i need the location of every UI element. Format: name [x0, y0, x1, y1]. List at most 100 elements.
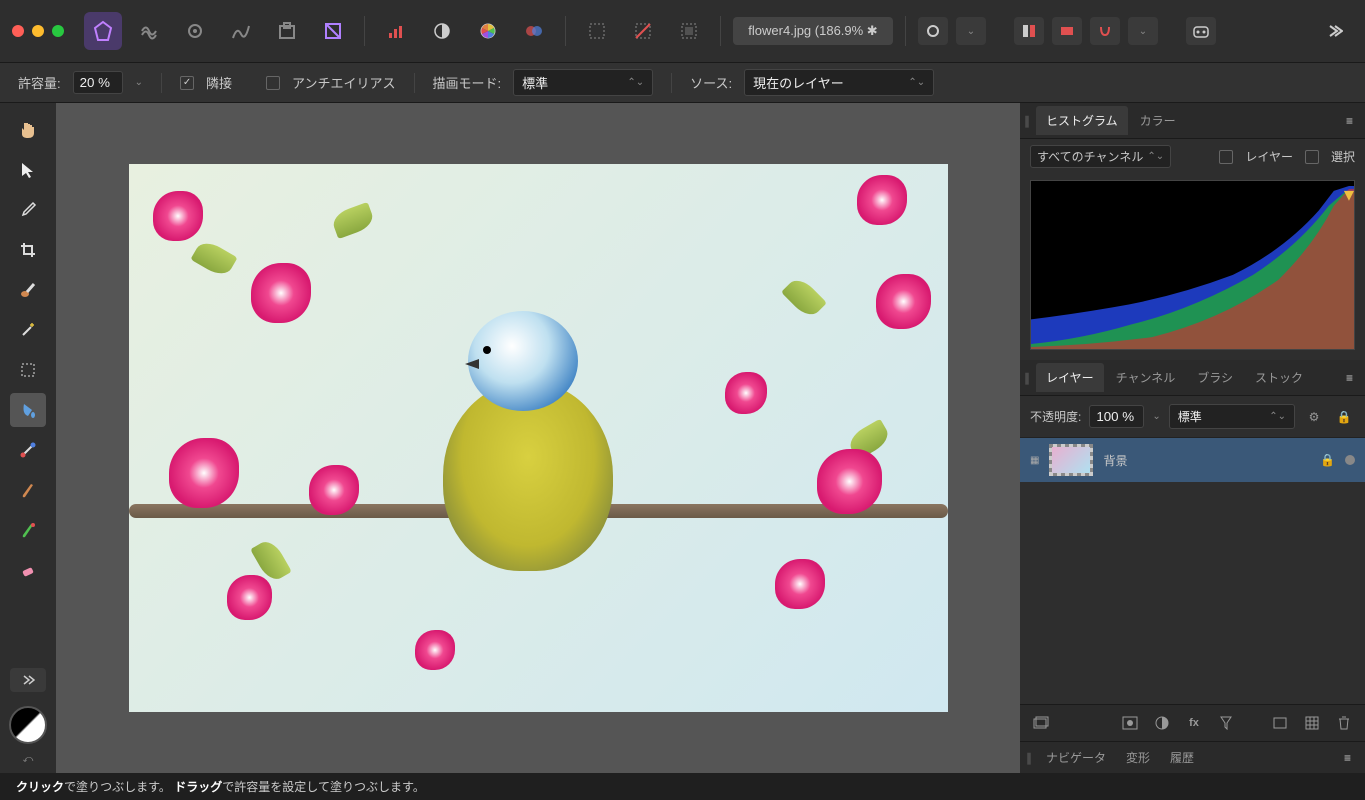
gradient-tool[interactable] [10, 433, 46, 467]
contiguous-checkbox[interactable] [180, 76, 194, 90]
view-tool[interactable] [10, 113, 46, 147]
develop-persona-button[interactable] [176, 12, 214, 50]
magic-wand-tool[interactable] [10, 313, 46, 347]
document-title[interactable]: flower4.jpg (186.9% ✱ [733, 17, 893, 45]
auto-colors-button[interactable] [469, 12, 507, 50]
layer-group-button[interactable] [1030, 713, 1052, 733]
layers-list: ▦ 背景 🔒 fx ∥ ナビゲータ [1020, 437, 1365, 773]
assistant-button[interactable] [1186, 17, 1216, 45]
tab-brushes[interactable]: ブラシ [1187, 363, 1243, 392]
bottom-panel-menu[interactable]: ≡ [1336, 751, 1359, 765]
main-toolbar: flower4.jpg (186.9% ✱ ⌄ ⌄ [0, 0, 1365, 63]
minimize-window-button[interactable] [32, 25, 44, 37]
histogram-selection-label: 選択 [1331, 148, 1355, 165]
tolerance-input[interactable] [73, 71, 123, 94]
toggle-split-button[interactable] [1014, 17, 1044, 45]
delete-layer-button[interactable] [1333, 713, 1355, 733]
source-label: ソース: [690, 73, 732, 92]
histogram-panel-menu[interactable]: ≡ [1338, 114, 1361, 128]
export-persona-button[interactable] [268, 12, 306, 50]
tab-history[interactable]: 履歴 [1160, 743, 1204, 772]
astro-persona-button[interactable] [314, 12, 352, 50]
selection-brush-tool[interactable] [10, 273, 46, 307]
status-hint: クリックで塗りつぶします。 ドラッグで許容量を設定して塗りつぶします。 [16, 778, 425, 795]
canvas-viewport[interactable] [56, 103, 1020, 773]
layer-thumbnail[interactable] [1049, 444, 1093, 476]
draw-mode-select[interactable]: 標準⌃⌄ [513, 69, 653, 96]
contiguous-label: 隣接 [206, 73, 232, 92]
blend-mode-select[interactable]: 標準⌃⌄ [1169, 404, 1295, 429]
marquee-tool[interactable] [10, 353, 46, 387]
tab-histogram[interactable]: ヒストグラム [1036, 106, 1128, 135]
layer-lock-icon[interactable]: 🔒 [1333, 407, 1355, 427]
tolerance-label: 許容量: [18, 73, 61, 92]
merge-layer-button[interactable] [1301, 713, 1323, 733]
quick-mask-dropdown[interactable]: ⌄ [956, 17, 986, 45]
right-studio: ∥ ヒストグラム カラー ≡ すべてのチャンネル ⌃⌄ レイヤー 選択 ∥ レイ… [1020, 103, 1365, 773]
tab-color[interactable]: カラー [1130, 106, 1186, 135]
select-all-button[interactable] [578, 12, 616, 50]
opacity-label: 不透明度: [1030, 408, 1081, 425]
flood-fill-tool[interactable] [10, 393, 46, 427]
histogram-channel-select[interactable]: すべてのチャンネル ⌃⌄ [1030, 145, 1171, 168]
auto-contrast-button[interactable] [423, 12, 461, 50]
add-live-filter-button[interactable] [1215, 713, 1237, 733]
source-select[interactable]: 現在のレイヤー⌃⌄ [744, 69, 934, 96]
add-fx-button[interactable]: fx [1183, 713, 1205, 733]
tolerance-stepper[interactable]: ⌄ [135, 77, 143, 88]
opacity-stepper[interactable]: ⌄ [1152, 411, 1160, 422]
layer-name: 背景 [1103, 452, 1127, 469]
panel-drag-handle[interactable]: ∥ [1026, 751, 1036, 765]
layers-panel-tabs: ∥ レイヤー チャンネル ブラシ ストック ≡ [1020, 360, 1365, 396]
tab-channels[interactable]: チャンネル [1106, 363, 1186, 392]
overflow-menu-button[interactable] [1315, 12, 1353, 50]
snapping-dropdown[interactable]: ⌄ [1128, 17, 1158, 45]
antialias-checkbox[interactable] [266, 76, 280, 90]
layer-settings-icon[interactable]: ⚙ [1303, 407, 1325, 427]
histogram-selection-checkbox[interactable] [1305, 150, 1319, 164]
tools-panel: ⤺ [0, 103, 56, 773]
photo-persona-button[interactable] [84, 12, 122, 50]
close-window-button[interactable] [12, 25, 24, 37]
panel-drag-handle[interactable]: ∥ [1024, 371, 1034, 385]
tools-expand-button[interactable] [10, 668, 46, 692]
auto-levels-button[interactable] [377, 12, 415, 50]
main-area: ⤺ [0, 103, 1365, 773]
auto-white-balance-button[interactable] [515, 12, 553, 50]
draw-mode-label: 描画モード: [433, 73, 502, 92]
deselect-button[interactable] [624, 12, 662, 50]
swap-colors-icon[interactable]: ⤺ [23, 754, 34, 765]
liquify-persona-button[interactable] [130, 12, 168, 50]
layer-visibility-dot-icon[interactable] [1345, 455, 1355, 465]
add-layer-button[interactable] [1269, 713, 1291, 733]
layer-row-background[interactable]: ▦ 背景 🔒 [1020, 437, 1365, 482]
layer-visibility-checker-icon[interactable]: ▦ [1030, 455, 1039, 466]
layers-panel-menu[interactable]: ≡ [1338, 371, 1361, 385]
crop-tool[interactable] [10, 233, 46, 267]
tone-map-persona-button[interactable] [222, 12, 260, 50]
move-tool[interactable] [10, 153, 46, 187]
panel-drag-handle[interactable]: ∥ [1024, 114, 1034, 128]
layer-lock-indicator-icon[interactable]: 🔒 [1320, 453, 1335, 467]
histogram-layer-checkbox[interactable] [1219, 150, 1233, 164]
color-swatch[interactable] [9, 706, 47, 744]
snapping-button[interactable] [1090, 17, 1120, 45]
tab-transform[interactable]: 変形 [1116, 743, 1160, 772]
histogram-layer-label: レイヤー [1245, 148, 1293, 165]
tab-layers[interactable]: レイヤー [1036, 363, 1104, 392]
erase-tool[interactable] [10, 553, 46, 587]
tab-navigator[interactable]: ナビゲータ [1036, 743, 1116, 772]
paint-brush-tool[interactable] [10, 473, 46, 507]
maximize-window-button[interactable] [52, 25, 64, 37]
paint-mixer-brush-tool[interactable] [10, 513, 46, 547]
add-adjustment-button[interactable] [1151, 713, 1173, 733]
quick-mask-button[interactable] [918, 17, 948, 45]
invert-selection-button[interactable] [670, 12, 708, 50]
tab-stock[interactable]: ストック [1245, 363, 1313, 392]
layer-action-bar: fx [1020, 704, 1365, 741]
toggle-mirror-button[interactable] [1052, 17, 1082, 45]
opacity-input[interactable] [1089, 405, 1144, 428]
color-picker-tool[interactable] [10, 193, 46, 227]
add-mask-button[interactable] [1119, 713, 1141, 733]
histogram-controls: すべてのチャンネル ⌃⌄ レイヤー 選択 [1020, 139, 1365, 174]
